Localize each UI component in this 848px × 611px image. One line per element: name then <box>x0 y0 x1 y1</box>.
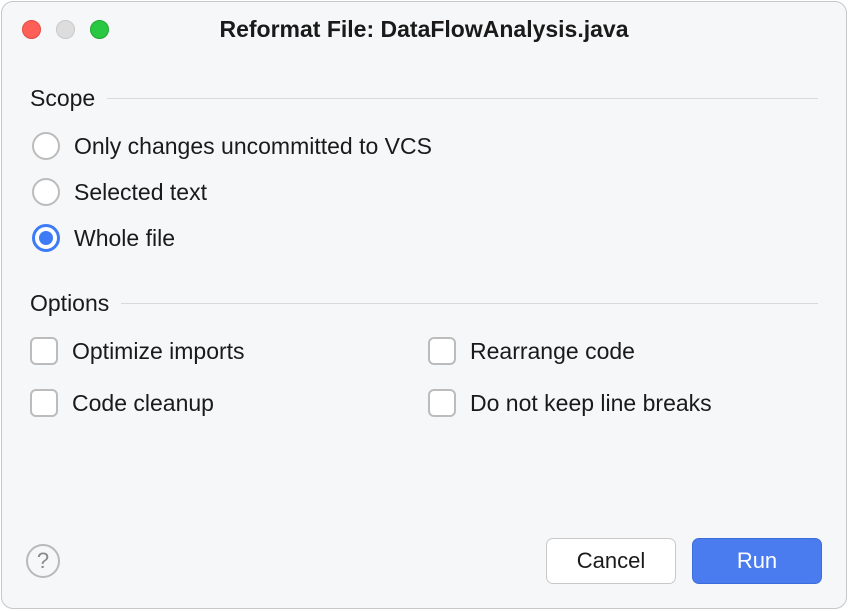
checkbox-label: Code cleanup <box>72 390 214 417</box>
help-button[interactable]: ? <box>26 544 60 578</box>
checkbox-icon <box>428 337 456 365</box>
run-button[interactable]: Run <box>692 538 822 584</box>
option-rearrange-code[interactable]: Rearrange code <box>428 337 818 365</box>
option-no-keep-line-breaks[interactable]: Do not keep line breaks <box>428 389 818 417</box>
checkbox-label: Optimize imports <box>72 338 245 365</box>
minimize-icon <box>56 20 75 39</box>
options-section-header: Options <box>30 290 818 317</box>
dialog-body: Scope Only changes uncommitted to VCS Se… <box>2 57 846 538</box>
checkbox-icon <box>30 389 58 417</box>
scope-option-uncommitted[interactable]: Only changes uncommitted to VCS <box>32 132 818 160</box>
close-icon[interactable] <box>22 20 41 39</box>
titlebar: Reformat File: DataFlowAnalysis.java <box>2 2 846 57</box>
button-label: Run <box>737 548 777 574</box>
options-label: Options <box>30 290 109 317</box>
scope-label: Scope <box>30 85 95 112</box>
checkbox-icon <box>428 389 456 417</box>
checkbox-icon <box>30 337 58 365</box>
option-optimize-imports[interactable]: Optimize imports <box>30 337 420 365</box>
radio-icon <box>32 132 60 160</box>
radio-label: Whole file <box>74 225 175 252</box>
divider <box>121 303 818 304</box>
options-section: Options Optimize imports Rearrange code … <box>30 290 818 417</box>
radio-icon <box>32 224 60 252</box>
scope-section-header: Scope <box>30 85 818 112</box>
radio-label: Only changes uncommitted to VCS <box>74 133 432 160</box>
dialog-footer: ? Cancel Run <box>2 538 846 608</box>
scope-option-selected-text[interactable]: Selected text <box>32 178 818 206</box>
dialog-title: Reformat File: DataFlowAnalysis.java <box>2 16 846 43</box>
checkbox-label: Rearrange code <box>470 338 635 365</box>
zoom-icon[interactable] <box>90 20 109 39</box>
cancel-button[interactable]: Cancel <box>546 538 676 584</box>
help-icon: ? <box>37 548 49 574</box>
radio-icon <box>32 178 60 206</box>
window-controls <box>22 20 109 39</box>
options-grid: Optimize imports Rearrange code Code cle… <box>30 337 818 417</box>
scope-option-whole-file[interactable]: Whole file <box>32 224 818 252</box>
checkbox-label: Do not keep line breaks <box>470 390 712 417</box>
radio-label: Selected text <box>74 179 207 206</box>
button-label: Cancel <box>577 548 645 574</box>
reformat-file-dialog: Reformat File: DataFlowAnalysis.java Sco… <box>1 1 847 609</box>
option-code-cleanup[interactable]: Code cleanup <box>30 389 420 417</box>
divider <box>107 98 818 99</box>
